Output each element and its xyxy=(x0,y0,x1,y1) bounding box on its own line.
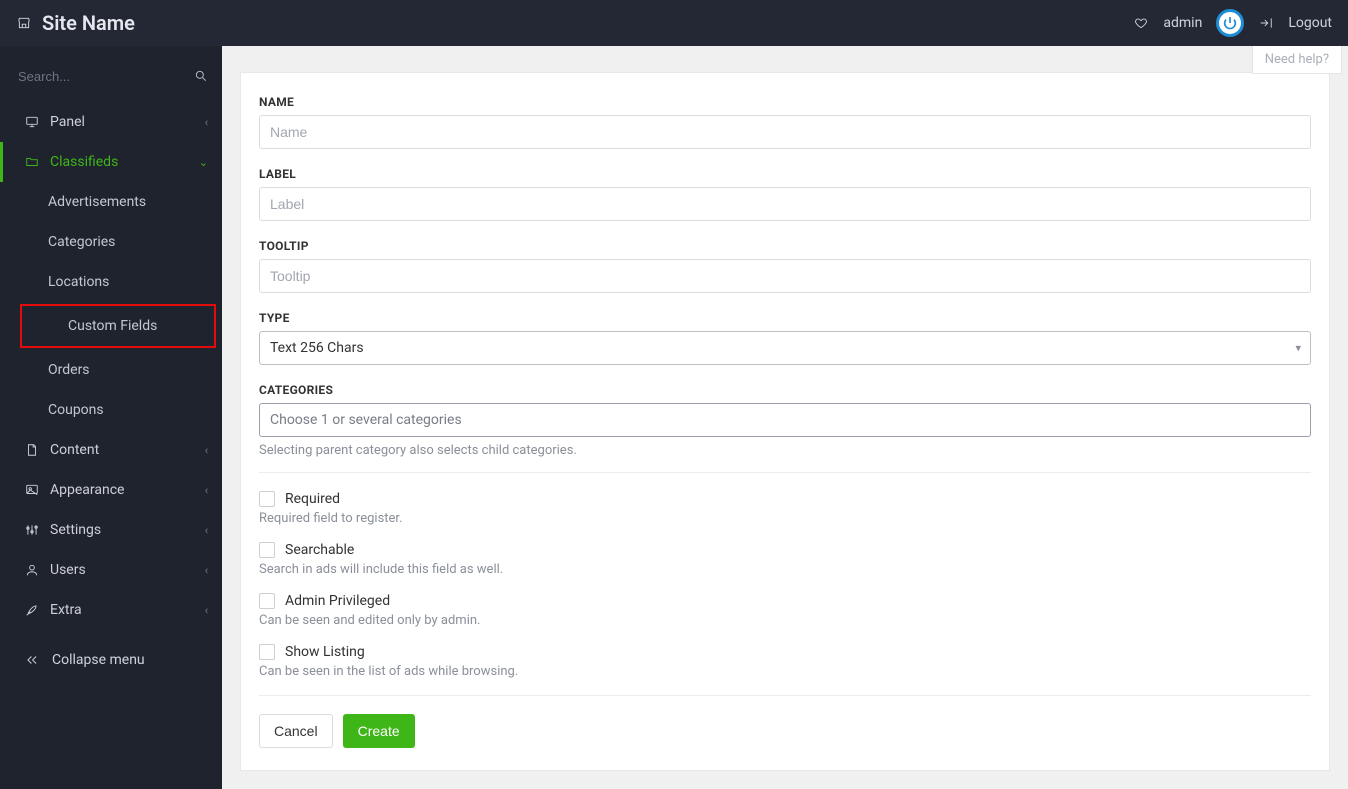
brand[interactable]: Site Name xyxy=(16,11,135,35)
chevron-left-icon: ‹ xyxy=(205,444,208,457)
store-icon xyxy=(16,15,32,31)
chevron-left-icon: ‹ xyxy=(205,604,208,617)
search-input[interactable] xyxy=(18,69,194,84)
categories-help: Selecting parent category also selects c… xyxy=(259,443,1311,458)
admin-checkbox[interactable] xyxy=(259,593,275,609)
nav-appearance[interactable]: Appearance ‹ xyxy=(0,470,222,510)
field-name: NAME xyxy=(259,95,1311,149)
type-label: TYPE xyxy=(259,311,1311,325)
header-actions: admin Logout xyxy=(1133,9,1332,37)
showlisting-label: Show Listing xyxy=(285,644,365,660)
nav-users[interactable]: Users ‹ xyxy=(0,550,222,590)
rocket-icon xyxy=(24,602,40,618)
required-help: Required field to register. xyxy=(259,511,1311,526)
heart-icon[interactable] xyxy=(1133,15,1149,31)
nav-label: Appearance xyxy=(50,482,124,498)
searchable-label: Searchable xyxy=(285,542,354,558)
nav-classifieds[interactable]: Classifieds ⌄ xyxy=(0,142,222,182)
chevron-down-icon: ⌄ xyxy=(199,156,208,169)
check-required: Required Required field to register. xyxy=(259,491,1311,526)
nav-sub-coupons[interactable]: Coupons xyxy=(0,390,222,430)
required-label: Required xyxy=(285,491,340,507)
field-label: LABEL xyxy=(259,167,1311,221)
nav-label: Classifieds xyxy=(50,154,118,170)
avatar[interactable] xyxy=(1216,9,1244,37)
field-categories: CATEGORIES Choose 1 or several categorie… xyxy=(259,383,1311,458)
field-type: TYPE Text 256 Chars xyxy=(259,311,1311,365)
nav-content[interactable]: Content ‹ xyxy=(0,430,222,470)
nav-label: Panel xyxy=(50,114,85,130)
form-panel: NAME LABEL TOOLTIP TYPE Text 256 Chars C… xyxy=(240,72,1330,771)
chevron-left-icon: ‹ xyxy=(205,484,208,497)
required-checkbox[interactable] xyxy=(259,491,275,507)
field-tooltip: TOOLTIP xyxy=(259,239,1311,293)
nav-label: Settings xyxy=(50,522,101,538)
nav-sub-advertisements[interactable]: Advertisements xyxy=(0,182,222,222)
showlisting-checkbox[interactable] xyxy=(259,644,275,660)
nav: Panel ‹ Classifieds ⌄ Advertisements Cat… xyxy=(0,102,222,680)
username[interactable]: admin xyxy=(1163,15,1202,31)
nav-label: Content xyxy=(50,442,99,458)
name-label: NAME xyxy=(259,95,1311,109)
type-select[interactable]: Text 256 Chars xyxy=(259,331,1311,365)
check-show-listing: Show Listing Can be seen in the list of … xyxy=(259,644,1311,679)
categories-input[interactable]: Choose 1 or several categories xyxy=(259,403,1311,437)
chevron-left-icon: ‹ xyxy=(205,564,208,577)
document-icon xyxy=(24,442,40,458)
form-actions: Cancel Create xyxy=(259,714,1311,748)
monitor-icon xyxy=(24,114,40,130)
nav-extra[interactable]: Extra ‹ xyxy=(0,590,222,630)
showlisting-help: Can be seen in the list of ads while bro… xyxy=(259,664,1311,679)
nav-sub-locations[interactable]: Locations xyxy=(0,262,222,302)
folder-icon xyxy=(24,154,40,170)
nav-sub-categories[interactable]: Categories xyxy=(0,222,222,262)
nav-panel[interactable]: Panel ‹ xyxy=(0,102,222,142)
nav-sub-orders[interactable]: Orders xyxy=(0,350,222,390)
image-icon xyxy=(24,482,40,498)
sidebar-search xyxy=(0,58,222,94)
nav-label: Extra xyxy=(50,602,82,618)
chevron-left-icon: ‹ xyxy=(205,116,208,129)
main-content: Need help? NAME LABEL TOOLTIP TYPE Text … xyxy=(222,46,1348,789)
nav-label: Users xyxy=(50,562,86,578)
logout-icon[interactable] xyxy=(1258,15,1274,31)
user-icon xyxy=(24,562,40,578)
tooltip-label: TOOLTIP xyxy=(259,239,1311,253)
search-icon[interactable] xyxy=(194,68,208,84)
nav-sub-custom-fields[interactable]: Custom Fields xyxy=(20,304,216,348)
sliders-icon xyxy=(24,522,40,538)
nav-settings[interactable]: Settings ‹ xyxy=(0,510,222,550)
label-label: LABEL xyxy=(259,167,1311,181)
sidebar: Panel ‹ Classifieds ⌄ Advertisements Cat… xyxy=(0,46,222,789)
divider xyxy=(259,472,1311,473)
chevron-left-icon: ‹ xyxy=(205,524,208,537)
cancel-button[interactable]: Cancel xyxy=(259,714,333,748)
admin-label: Admin Privileged xyxy=(285,593,390,609)
logout-link[interactable]: Logout xyxy=(1288,15,1332,31)
check-admin: Admin Privileged Can be seen and edited … xyxy=(259,593,1311,628)
label-input[interactable] xyxy=(259,187,1311,221)
searchable-checkbox[interactable] xyxy=(259,542,275,558)
tooltip-input[interactable] xyxy=(259,259,1311,293)
topbar: Site Name admin Logout xyxy=(0,0,1348,46)
site-name: Site Name xyxy=(42,11,135,35)
check-searchable: Searchable Search in ads will include th… xyxy=(259,542,1311,577)
divider xyxy=(259,695,1311,696)
categories-label: CATEGORIES xyxy=(259,383,1311,397)
need-help-button[interactable]: Need help? xyxy=(1252,46,1342,74)
collapse-icon xyxy=(24,652,40,668)
create-button[interactable]: Create xyxy=(343,714,415,748)
name-input[interactable] xyxy=(259,115,1311,149)
admin-help: Can be seen and edited only by admin. xyxy=(259,613,1311,628)
searchable-help: Search in ads will include this field as… xyxy=(259,562,1311,577)
collapse-menu[interactable]: Collapse menu xyxy=(0,640,222,680)
